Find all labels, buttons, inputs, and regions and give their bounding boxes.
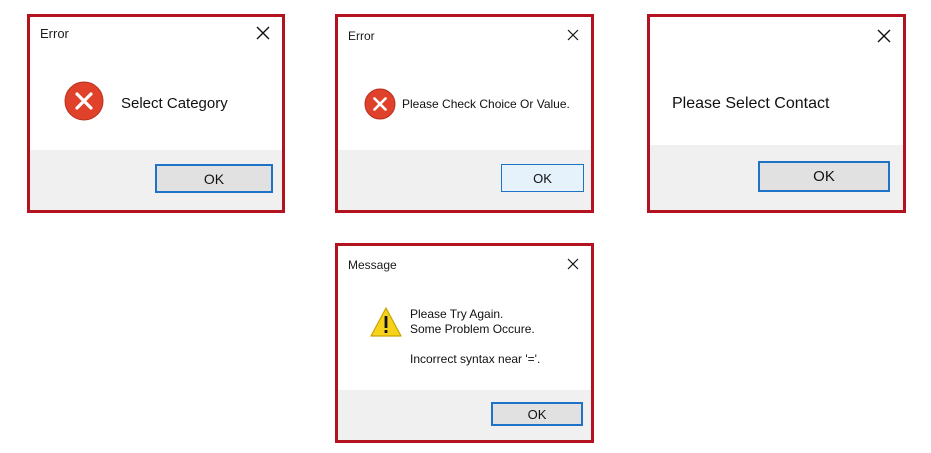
close-icon[interactable]: [875, 27, 893, 45]
ok-button[interactable]: OK: [501, 164, 584, 192]
message-dialog: Message Please Try Again. Some Problem O…: [335, 243, 594, 443]
dialog-message-line: Some Problem Occure.: [410, 322, 535, 336]
ok-button[interactable]: OK: [155, 164, 273, 193]
dialog-title: Error: [348, 29, 375, 43]
dialog-title: Message: [348, 258, 397, 272]
dialog-message-line: Incorrect syntax near '='.: [410, 352, 541, 366]
close-icon[interactable]: [254, 24, 272, 42]
dialog-message: Select Category: [121, 95, 228, 112]
close-icon[interactable]: [565, 256, 581, 272]
error-icon: [64, 81, 104, 121]
error-dialog-choice: Error Please Check Choice Or Value. OK: [335, 14, 594, 213]
close-icon[interactable]: [565, 27, 581, 43]
dialog-titlebar: [650, 17, 903, 51]
dialog-title: Error: [40, 26, 69, 41]
warning-icon: [369, 306, 403, 338]
dialog-titlebar: Message: [338, 246, 591, 280]
dialog-message: Please Select Contact: [672, 95, 830, 112]
contact-dialog: Please Select Contact OK: [647, 14, 906, 213]
ok-button[interactable]: OK: [491, 402, 583, 426]
dialog-titlebar: Error: [338, 17, 591, 51]
error-dialog-category: Error Select Category OK: [27, 14, 285, 213]
dialog-footer: OK: [650, 145, 903, 210]
dialog-footer: OK: [338, 390, 591, 440]
dialog-message: Please Check Choice Or Value.: [402, 97, 570, 111]
ok-button[interactable]: OK: [758, 161, 890, 192]
dialog-footer: OK: [338, 150, 591, 210]
error-icon: [364, 88, 396, 120]
dialog-message-line: Please Try Again.: [410, 307, 504, 321]
dialog-footer: OK: [30, 150, 282, 210]
dialog-titlebar: Error: [30, 17, 282, 51]
